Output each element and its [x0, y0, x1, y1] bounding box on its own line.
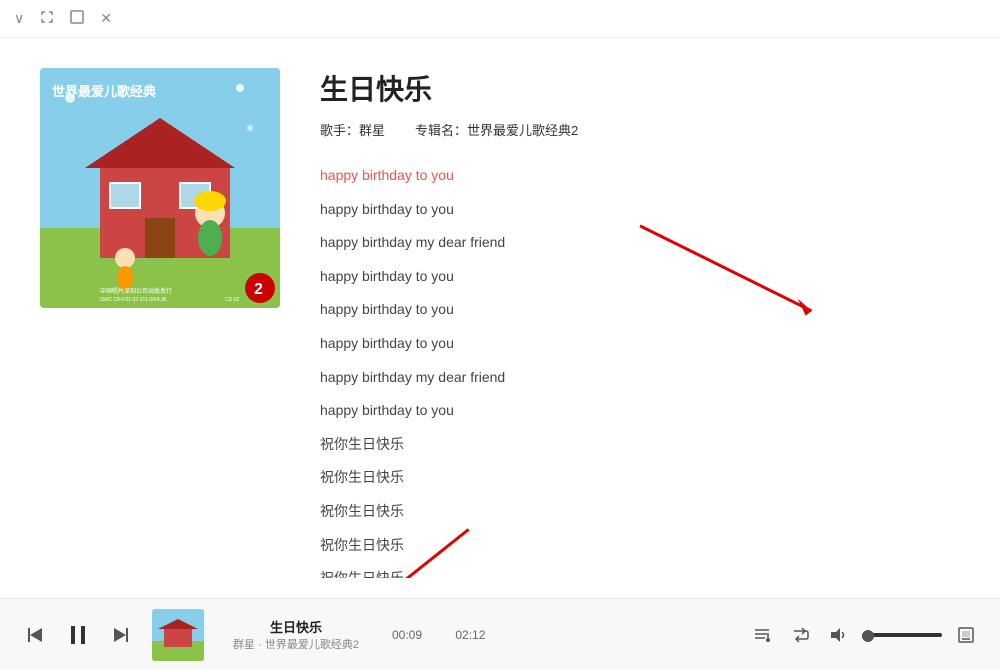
svg-text:ISRC CN-F31-02-311-00/A.J6: ISRC CN-F31-02-311-00/A.J6 [100, 297, 167, 303]
next-button[interactable] [108, 621, 136, 649]
lyric-line-6: happy birthday my dear friend [320, 361, 954, 395]
volume-button[interactable] [824, 621, 852, 649]
player-song-info: 生日快乐 群星 · 世界最爱儿歌经典2 [216, 617, 376, 652]
album-section: 世界最爱儿歌经典 2 中国唱片深圳公司出版发行 ISRC CN-F31-02-3… [40, 68, 280, 578]
player-bar: 生日快乐 群星 · 世界最爱儿歌经典2 00:09 02:12 [0, 598, 1000, 670]
title-bar: ∨ ✕ [0, 0, 1000, 38]
lyric-line-10: 祝你生日快乐 [320, 495, 954, 529]
pause-button[interactable] [62, 619, 94, 651]
player-time-section: 00:09 02:12 [392, 628, 485, 642]
expand-button[interactable] [40, 10, 54, 27]
playlist-button[interactable] [748, 621, 776, 649]
player-song-title: 生日快乐 [270, 617, 322, 636]
mini-player-button[interactable] [952, 621, 980, 649]
close-button[interactable]: ✕ [100, 10, 112, 27]
song-meta: 歌手：群星 专辑名：世界最爱儿歌经典2 [320, 120, 960, 139]
lyric-line-9: 祝你生日快乐 [320, 461, 954, 495]
artist-meta: 歌手：群星 [320, 120, 385, 139]
player-right-controls [748, 621, 980, 649]
lyric-line-4: happy birthday to you [320, 293, 954, 327]
lyric-line-2: happy birthday my dear friend [320, 226, 954, 260]
lyric-line-0: happy birthday to you [320, 159, 954, 193]
lyric-line-1: happy birthday to you [320, 193, 954, 227]
album-art: 世界最爱儿歌经典 2 中国唱片深圳公司出版发行 ISRC CN-F31-02-3… [40, 68, 280, 308]
lyric-line-3: happy birthday to you [320, 260, 954, 294]
lyric-line-5: happy birthday to you [320, 327, 954, 361]
lyric-line-8: 祝你生日快乐 [320, 428, 954, 462]
player-song-artist: 群星 · 世界最爱儿歌经典2 [233, 636, 359, 652]
lyrics-container[interactable]: happy birthday to youhappy birthday to y… [320, 159, 960, 578]
lyric-line-12: 祝你生日快乐 [320, 562, 954, 578]
minimize-button[interactable]: ∨ [14, 10, 24, 27]
lyric-line-11: 祝你生日快乐 [320, 529, 954, 563]
svg-text:CD-02: CD-02 [225, 297, 240, 303]
player-controls [20, 619, 136, 651]
info-section: 生日快乐 歌手：群星 专辑名：世界最爱儿歌经典2 happy birthday … [320, 68, 960, 578]
artist-label: 歌手： [320, 123, 359, 138]
prev-button[interactable] [20, 621, 48, 649]
artist-value: 群星 [359, 123, 385, 138]
album-meta: 专辑名：世界最爱儿歌经典2 [415, 120, 578, 139]
fullscreen-button[interactable] [70, 10, 84, 27]
total-time: 02:12 [455, 628, 485, 642]
volume-slider[interactable] [862, 633, 942, 637]
album-label: 专辑名： [415, 123, 467, 138]
svg-text:2: 2 [254, 281, 263, 298]
time-display: 00:09 02:12 [392, 628, 485, 642]
loop-button[interactable] [786, 621, 814, 649]
svg-text:中国唱片深圳公司出版发行: 中国唱片深圳公司出版发行 [100, 287, 172, 295]
song-title: 生日快乐 [320, 68, 960, 108]
mini-album-art [152, 609, 204, 661]
main-content: 世界最爱儿歌经典 2 中国唱片深圳公司出版发行 ISRC CN-F31-02-3… [0, 38, 1000, 598]
album-value: 世界最爱儿歌经典2 [467, 123, 578, 138]
current-time: 00:09 [392, 628, 422, 642]
lyric-line-7: happy birthday to you [320, 394, 954, 428]
